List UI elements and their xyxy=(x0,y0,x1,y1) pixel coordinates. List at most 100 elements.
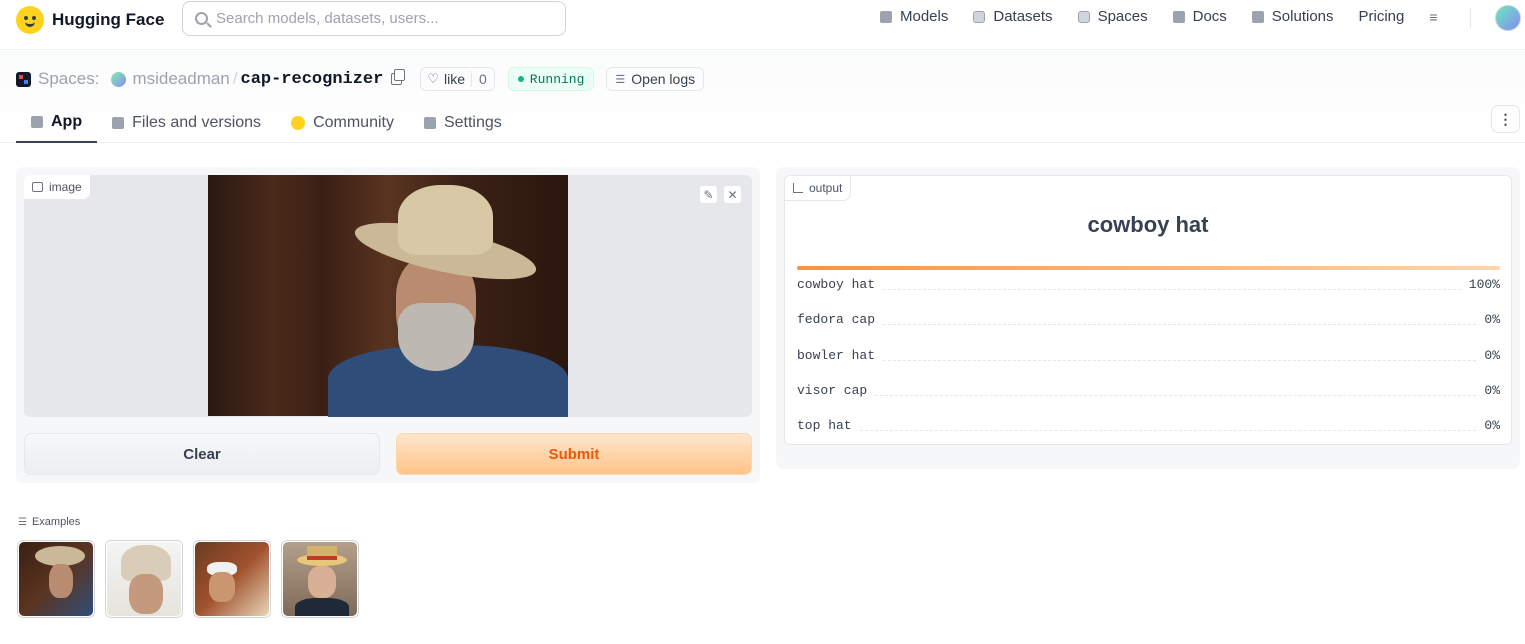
owner-avatar xyxy=(111,71,127,87)
prediction-value: 100% xyxy=(1468,276,1500,292)
examples-label-text: Examples xyxy=(31,516,81,528)
tab-label: Files and versions xyxy=(132,114,262,131)
tab-files-and-versions[interactable]: Files and versions xyxy=(97,103,276,143)
space-tabs: App Files and versions Community Setting… xyxy=(16,103,517,143)
community-icon xyxy=(291,116,306,130)
like-button[interactable]: ♡ like 0 xyxy=(420,67,495,91)
uploaded-image xyxy=(208,175,568,417)
nav-link-pricing[interactable]: Pricing xyxy=(1359,8,1405,25)
copy-icon[interactable] xyxy=(391,69,406,85)
user-avatar[interactable] xyxy=(1495,5,1521,31)
nav-link-label: Docs xyxy=(1192,8,1227,25)
prediction-value: 0% xyxy=(1484,417,1500,433)
submit-button[interactable]: Submit xyxy=(396,433,752,475)
prediction-row: top hat 0% xyxy=(797,415,1500,435)
row-leader xyxy=(883,288,1461,290)
path-separator: / xyxy=(232,69,238,88)
cube-icon xyxy=(880,10,892,23)
image-hat xyxy=(350,185,541,291)
tab-label: Settings xyxy=(443,114,502,131)
edit-icon[interactable]: ✎ xyxy=(699,185,718,204)
example-thumbnail[interactable] xyxy=(105,540,183,618)
search-box[interactable] xyxy=(182,1,566,36)
prediction-label: top hat xyxy=(797,417,852,433)
like-count: 0 xyxy=(471,71,494,87)
example-thumbnail[interactable] xyxy=(193,540,271,618)
row-leader xyxy=(883,323,1477,325)
prediction-value: 0% xyxy=(1484,347,1500,363)
output-block-label: output xyxy=(785,176,852,201)
spaces-prefix[interactable]: Spaces: xyxy=(38,69,99,89)
hugging-face-logo-icon xyxy=(16,6,44,34)
prediction-value: 0% xyxy=(1484,311,1500,327)
files-icon xyxy=(112,117,125,129)
prediction-label: cowboy hat xyxy=(797,276,876,292)
more-menu-icon[interactable]: ≡ xyxy=(1429,9,1437,25)
like-label: like xyxy=(443,71,465,87)
search-input[interactable] xyxy=(216,10,546,27)
kebab-menu-icon[interactable]: ⋮ xyxy=(1491,105,1520,133)
space-name-link[interactable]: cap-recognizer xyxy=(241,70,384,89)
image-input[interactable]: image ✎ ✕ xyxy=(24,175,752,417)
open-logs-label: Open logs xyxy=(631,71,696,87)
space-header: Spaces: msideadman / cap-recognizer ♡ lik… xyxy=(0,51,1525,143)
top-prediction: cowboy hat xyxy=(1087,212,1209,237)
image-block-label: image xyxy=(24,175,91,200)
nav-link-models[interactable]: Models xyxy=(880,8,948,25)
prediction-label: visor cap xyxy=(797,382,868,398)
gear-icon xyxy=(423,117,436,129)
tab-settings[interactable]: Settings xyxy=(409,103,517,143)
close-icon[interactable]: ✕ xyxy=(723,185,742,204)
prediction-row: visor cap 0% xyxy=(797,380,1500,400)
document-icon xyxy=(1172,10,1185,23)
image-beard xyxy=(398,303,474,371)
nav-divider xyxy=(1470,8,1471,28)
tab-app[interactable]: App xyxy=(16,103,98,143)
prediction-label: fedora cap xyxy=(797,311,876,327)
nav-link-docs[interactable]: Docs xyxy=(1172,8,1227,25)
spaces-icon xyxy=(16,71,31,87)
nav-link-label: Solutions xyxy=(1271,8,1334,25)
output-label-box: output cowboy hat cowboy hat 100% fedora… xyxy=(784,175,1512,445)
brand-name: Hugging Face xyxy=(52,10,165,29)
heart-icon: ♡ xyxy=(427,71,439,86)
row-leader xyxy=(859,429,1477,431)
output-label-text: output xyxy=(809,181,843,195)
prediction-value: 0% xyxy=(1484,382,1500,398)
database-icon xyxy=(973,10,986,23)
nav-link-label: Models xyxy=(900,8,949,25)
top-navbar: Hugging Face Models Datasets Spaces Docs… xyxy=(0,0,1525,50)
row-leader xyxy=(883,359,1477,361)
briefcase-icon xyxy=(1251,10,1264,23)
nav-link-label: Datasets xyxy=(993,8,1053,25)
open-logs-button[interactable]: ☰ Open logs xyxy=(606,67,705,91)
nav-link-solutions[interactable]: Solutions xyxy=(1251,8,1334,25)
status-text: Running xyxy=(529,71,585,87)
example-thumbnail[interactable] xyxy=(281,540,359,618)
space-title-row: Spaces: msideadman / cap-recognizer ♡ lik… xyxy=(16,67,705,91)
prediction-row: fedora cap 0% xyxy=(797,309,1500,329)
tab-community[interactable]: Community xyxy=(276,103,409,143)
examples-label: ☰ Examples xyxy=(18,516,80,528)
prediction-row: bowler hat 0% xyxy=(797,345,1500,365)
tab-label: App xyxy=(51,113,83,130)
brand-logo[interactable]: Hugging Face xyxy=(16,6,164,34)
prediction-row: cowboy hat 100% xyxy=(797,274,1500,294)
grid-icon xyxy=(1077,10,1090,23)
list-icon: ☰ xyxy=(18,516,27,528)
row-leader xyxy=(875,394,1477,396)
nav-link-spaces[interactable]: Spaces xyxy=(1077,8,1148,25)
image-icon xyxy=(32,182,43,192)
search-icon xyxy=(195,12,208,25)
logs-icon: ☰ xyxy=(615,73,626,86)
status-badge: Running xyxy=(507,67,595,91)
example-thumbnail[interactable] xyxy=(17,540,95,618)
nav-link-label: Spaces xyxy=(1097,8,1148,25)
space-owner-link[interactable]: msideadman xyxy=(132,69,229,89)
chart-icon xyxy=(793,183,803,193)
tab-label: Community xyxy=(313,114,394,131)
confidence-bar xyxy=(797,266,1500,270)
status-dot-icon xyxy=(517,76,524,82)
nav-link-datasets[interactable]: Datasets xyxy=(973,8,1053,25)
clear-button[interactable]: Clear xyxy=(24,433,380,475)
